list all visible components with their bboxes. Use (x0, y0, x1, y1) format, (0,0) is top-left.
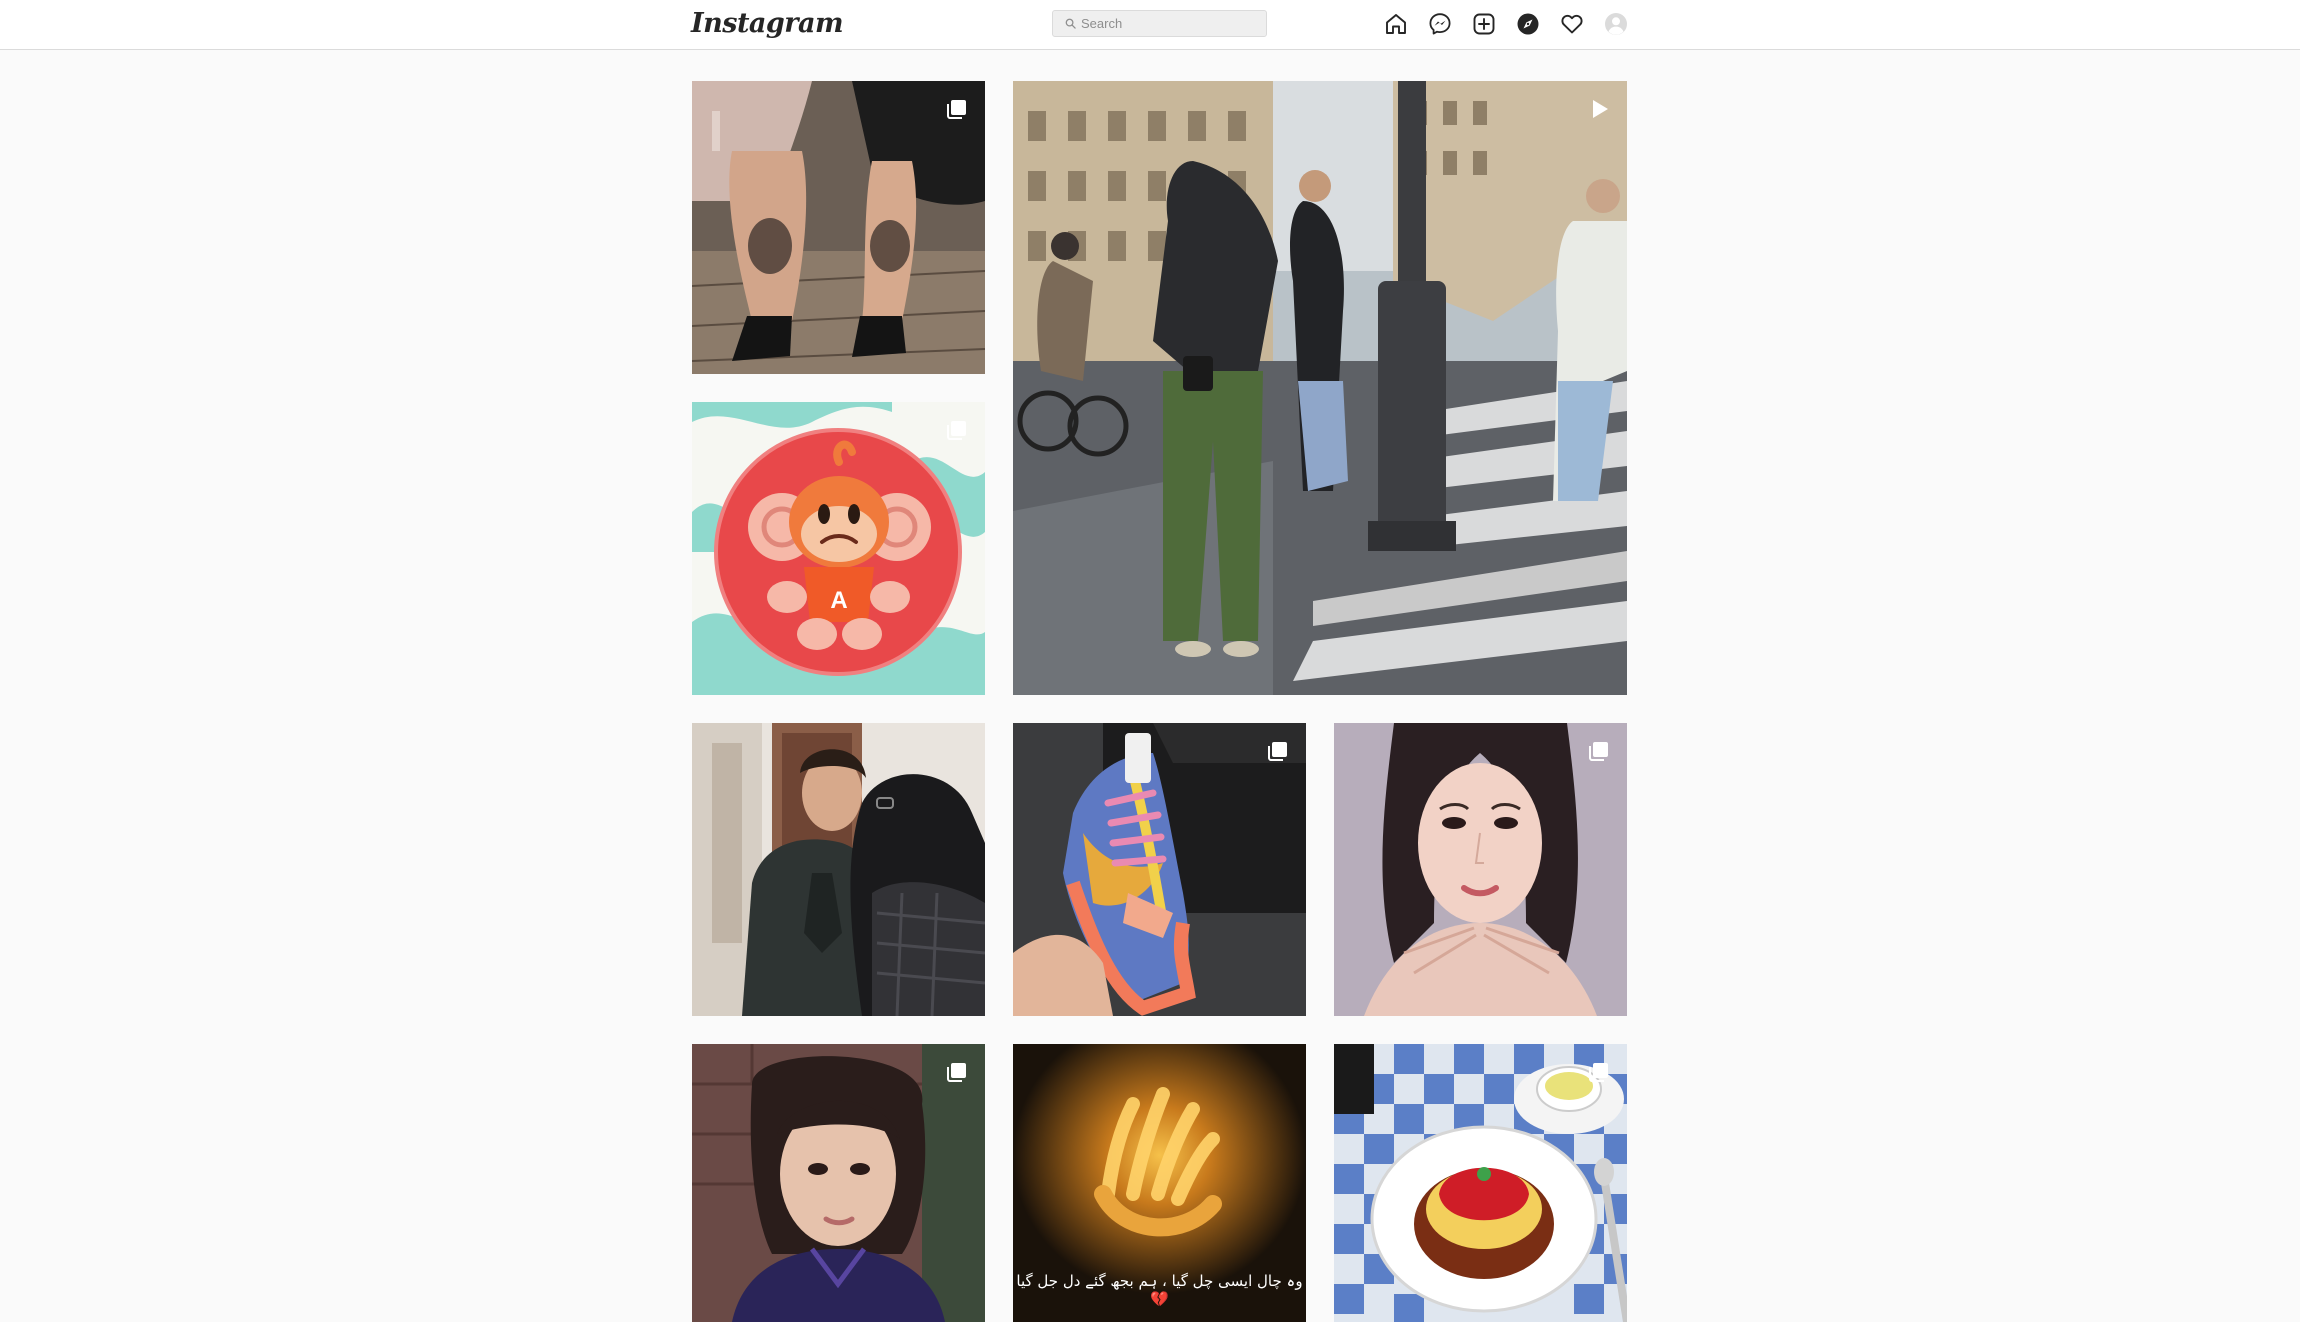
post-image (1013, 723, 1306, 1016)
post-image (692, 1044, 985, 1322)
post-tile-glowing-hand[interactable]: وہ چال ایسی چل گیا ، ہم بجھ گئے دل جل گی… (1013, 1044, 1306, 1322)
post-image: A (692, 402, 985, 695)
profile-avatar-icon[interactable] (1603, 11, 1629, 37)
svg-text:A: A (830, 587, 847, 614)
carousel-icon (1587, 739, 1611, 763)
new-post-icon[interactable] (1471, 11, 1497, 37)
post-image (1334, 723, 1627, 1016)
search-input[interactable] (1081, 11, 1261, 36)
carousel-icon (945, 1060, 969, 1084)
post-tile-two-men[interactable] (692, 723, 985, 1016)
carousel-icon (945, 97, 969, 121)
post-image (692, 81, 985, 374)
post-tile-sneaker[interactable] (1013, 723, 1306, 1016)
post-tile-portrait-bangs[interactable] (692, 1044, 985, 1322)
post-tile-tattoos[interactable] (692, 81, 985, 374)
carousel-icon (1266, 739, 1290, 763)
explore-icon[interactable] (1515, 11, 1541, 37)
carousel-icon (1587, 1060, 1611, 1084)
top-navigation-bar: Instagram (0, 0, 2300, 50)
home-icon[interactable] (1383, 11, 1409, 37)
messenger-icon[interactable] (1427, 11, 1453, 37)
post-image (692, 723, 985, 1016)
activity-heart-icon[interactable] (1559, 11, 1585, 37)
search-icon (1065, 18, 1076, 29)
search-box[interactable] (1052, 10, 1267, 37)
post-tile-monkey-mascot[interactable]: A (692, 402, 985, 695)
post-image (1013, 81, 1627, 695)
post-image (1334, 1044, 1627, 1322)
carousel-icon (945, 418, 969, 442)
post-tile-portrait-hands[interactable] (1334, 723, 1627, 1016)
post-tile-paris-street[interactable] (1013, 81, 1627, 695)
instagram-logo[interactable]: Instagram (691, 6, 844, 42)
post-caption: وہ چال ایسی چل گیا ، ہم بجھ گئے دل جل گی… (1016, 1272, 1303, 1308)
post-tile-omurice[interactable] (1334, 1044, 1627, 1322)
reel-icon (1587, 97, 1611, 121)
